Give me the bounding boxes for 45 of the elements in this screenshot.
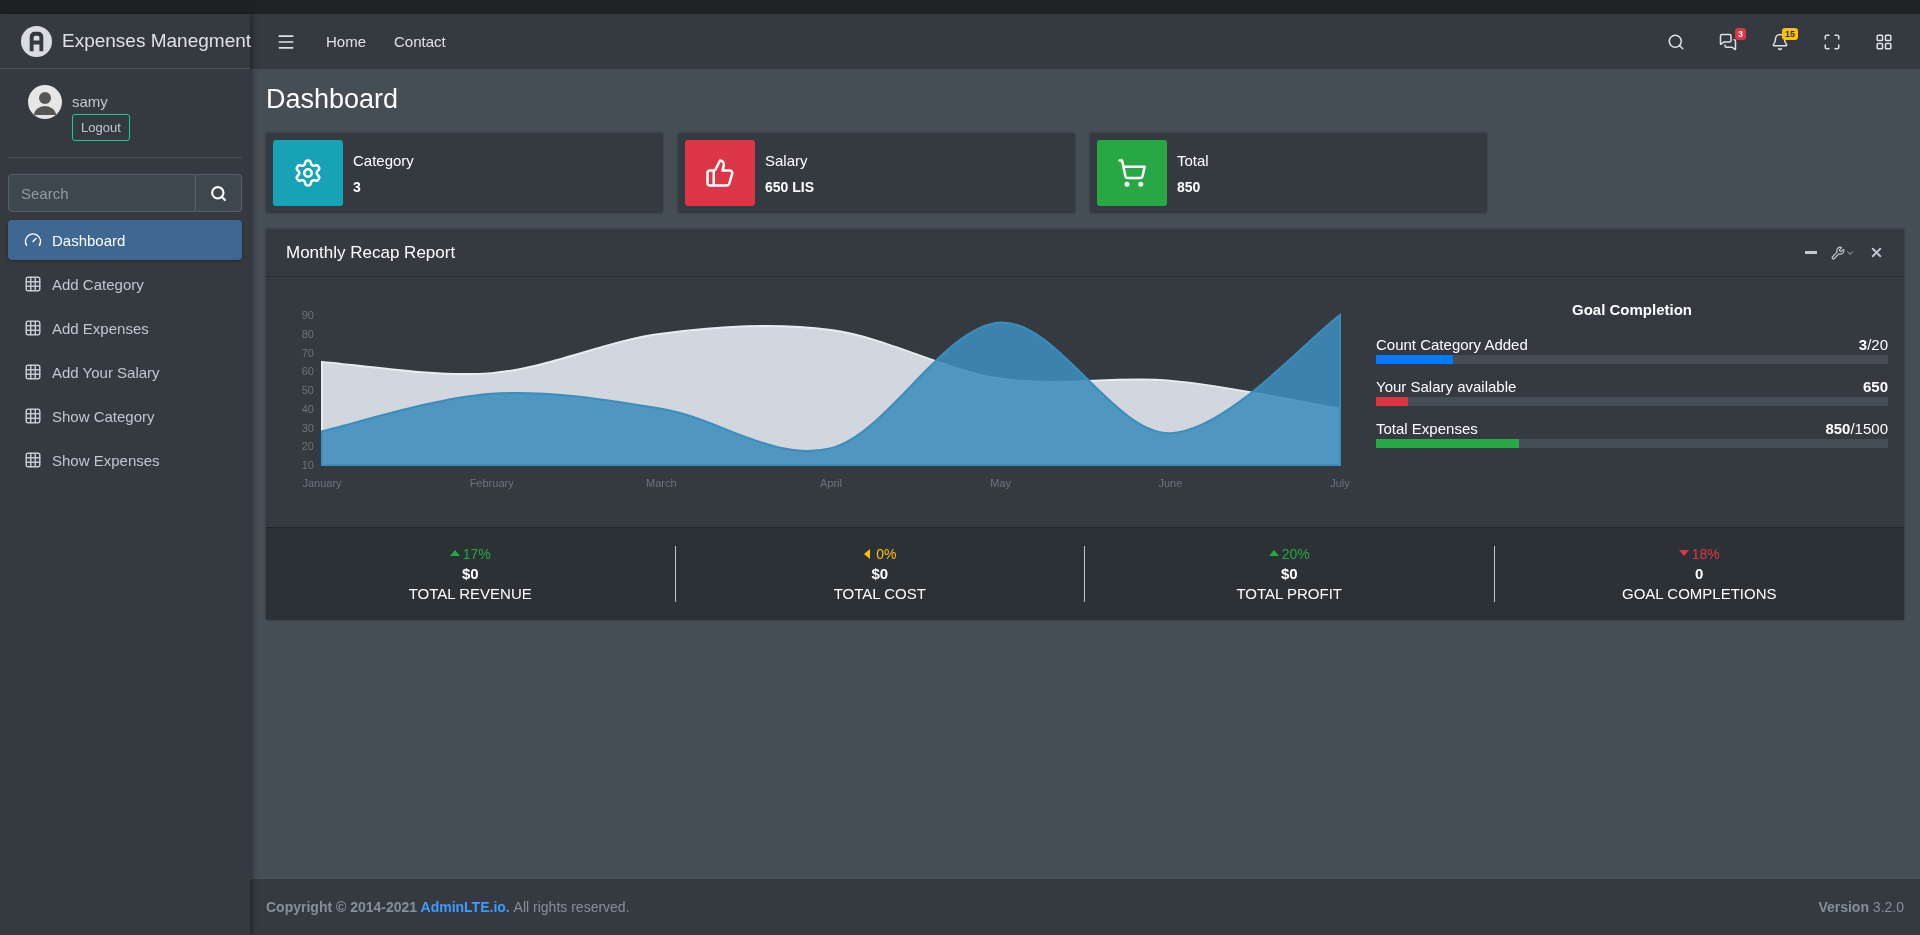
stat-label: TOTAL PROFIT <box>1236 585 1343 603</box>
copyright-text: Copyright © 2014-2021 AdminLTE.io. All rights reserved. <box>266 899 630 915</box>
goal-label: Your Salary available <box>1376 378 1517 396</box>
tick-label: 30 <box>301 421 314 434</box>
info-value: 850 <box>1177 178 1202 195</box>
brand-title: Expenses Manegment <box>62 30 252 52</box>
percent-change: 20% <box>1268 546 1310 563</box>
info-label: Total <box>1177 151 1209 169</box>
count-badge: 15 <box>1782 27 1798 40</box>
info-value: 3 <box>353 178 362 195</box>
tick-label: April <box>820 477 842 490</box>
goal-value: 650 <box>1862 378 1888 396</box>
version-text: Version 3.2.0 <box>1818 899 1904 915</box>
info-value: 650 LIS <box>765 178 815 195</box>
tick-label: February <box>469 477 514 490</box>
percent-change: 18% <box>1678 546 1720 563</box>
goal-value: 3/20 <box>1858 336 1888 354</box>
card-title: Monthly Recap Report <box>286 242 457 263</box>
page-title: Dashboard <box>266 83 400 116</box>
stat-label: GOAL COMPLETIONS <box>1622 585 1777 603</box>
tick-label: 80 <box>301 328 314 341</box>
info-label: Salary <box>765 151 809 169</box>
stat-value: $0 <box>871 565 889 583</box>
goal-label: Total Expenses <box>1376 420 1478 438</box>
stat-value: $0 <box>1280 565 1298 583</box>
tick-label: July <box>1330 477 1350 490</box>
tick-label: January <box>302 477 342 490</box>
stat-label: TOTAL COST <box>833 585 926 603</box>
stat-value: $0 <box>461 565 479 583</box>
goals-title: Goal Completion <box>1571 301 1693 319</box>
goal-value: 850/1500 <box>1825 420 1888 438</box>
stat-label: TOTAL REVENUE <box>408 585 532 603</box>
info-label: Category <box>353 151 414 169</box>
tick-label: 40 <box>301 403 314 416</box>
goal-label: Count Category Added <box>1376 336 1528 354</box>
percent-change: 17% <box>449 546 491 563</box>
tick-label: May <box>990 477 1012 490</box>
tick-label: June <box>1158 477 1183 490</box>
count-badge: 3 <box>1735 27 1746 40</box>
stat-value: 0 <box>1695 565 1704 583</box>
percent-change: 0% <box>863 546 897 563</box>
tick-label: 70 <box>301 346 314 359</box>
user-name: samy <box>72 93 109 110</box>
tick-label: 20 <box>301 440 314 453</box>
tick-label: March <box>646 477 677 490</box>
